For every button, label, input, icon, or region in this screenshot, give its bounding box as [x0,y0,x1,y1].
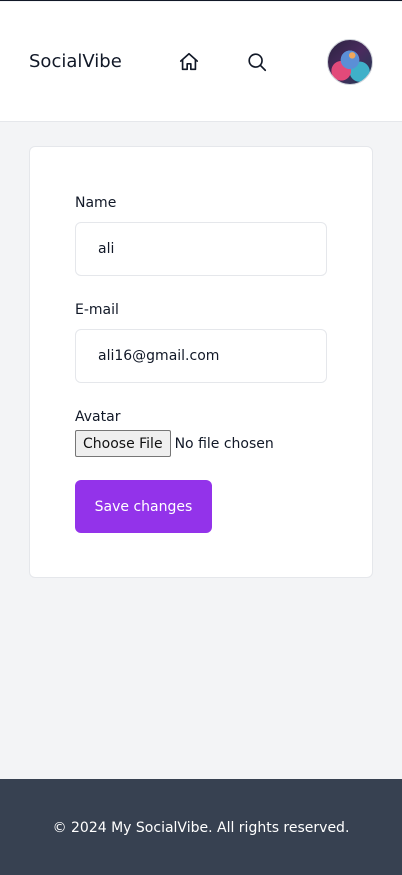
email-input[interactable] [75,329,327,383]
name-label: Name [75,195,117,211]
name-input[interactable] [75,222,327,276]
avatar-file-input: Choose File No file chosen [75,430,274,457]
avatar[interactable] [327,39,373,85]
home-icon[interactable] [177,50,201,74]
email-label: E-mail [75,302,119,318]
avatar-label: Avatar [75,409,121,425]
choose-file-button[interactable]: Choose File [75,430,171,457]
search-icon[interactable] [245,50,269,74]
file-status: No file chosen [174,435,274,452]
brand-logo[interactable]: SocialVibe [29,51,122,72]
save-changes-button[interactable]: Save changes [75,480,212,533]
navbar: SocialVibe [0,2,402,122]
profile-form-card: Name E-mail Avatar Choose File No file c… [29,146,373,578]
footer: © 2024 My SocialVibe. All rights reserve… [0,779,402,875]
footer-copyright: © 2024 My SocialVibe. All rights reserve… [52,819,350,836]
